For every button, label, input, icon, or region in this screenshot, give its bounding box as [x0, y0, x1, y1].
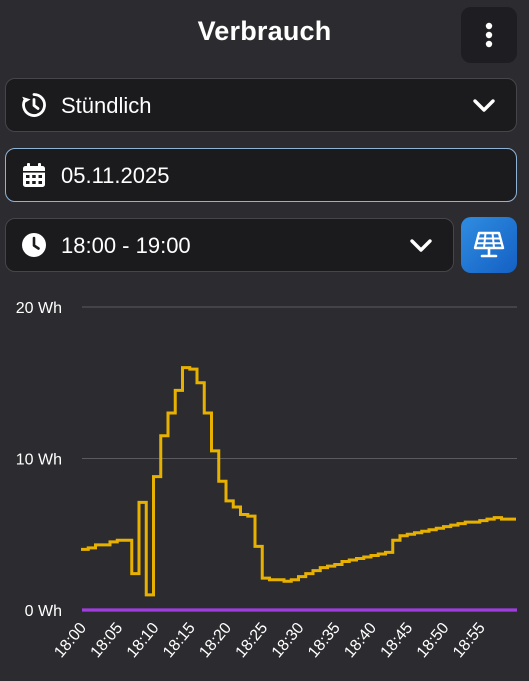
- interval-select[interactable]: Stündlich: [5, 78, 517, 132]
- x-tick-label: 18:15: [160, 620, 199, 662]
- x-tick-label: 18:35: [305, 620, 344, 662]
- more-vertical-icon: [485, 22, 493, 48]
- solar-panel-icon: [473, 231, 505, 258]
- chevron-down-icon: [410, 239, 432, 252]
- y-tick-label: 0 Wh: [25, 603, 62, 620]
- x-tick-label: 18:10: [124, 620, 163, 662]
- x-tick-label: 18:30: [269, 620, 308, 662]
- date-field-value: 05.11.2025: [61, 163, 170, 188]
- y-tick-label: 20 Wh: [16, 300, 62, 317]
- page-title: Verbrauch: [197, 16, 332, 46]
- time-select[interactable]: 18:00 - 19:00: [5, 218, 454, 272]
- x-tick-label: 18:40: [341, 620, 380, 662]
- x-tick-label: 18:25: [233, 620, 272, 662]
- interval-select-value: Stündlich: [61, 93, 152, 118]
- more-menu-button[interactable]: [461, 7, 517, 63]
- x-tick-label: 18:55: [450, 620, 489, 662]
- time-select-value: 18:00 - 19:00: [61, 233, 191, 258]
- chart-grid: [82, 306, 517, 459]
- x-tick-label: 18:45: [378, 620, 417, 662]
- x-tick-label: 18:50: [414, 620, 453, 662]
- clock-icon: [22, 233, 46, 257]
- consumption-chart: 0 Wh 10 Wh 20 Wh 18:0018:0518:1018:1518:20…: [16, 300, 517, 662]
- solar-toggle-button[interactable]: [461, 217, 517, 273]
- x-tick-label: 18:05: [88, 620, 127, 662]
- x-tick-label: 18:20: [196, 620, 235, 662]
- x-axis: 18:0018:0518:1018:1518:2018:2518:3018:35…: [51, 620, 489, 662]
- x-tick-label: 18:00: [51, 620, 90, 662]
- calendar-icon: [23, 163, 45, 187]
- history-icon: [22, 93, 46, 117]
- y-axis: 0 Wh 10 Wh 20 Wh: [16, 300, 62, 620]
- consumption-line: [81, 366, 516, 597]
- date-field[interactable]: 05.11.2025: [5, 148, 517, 202]
- chevron-down-icon: [473, 99, 495, 112]
- y-tick-label: 10 Wh: [16, 452, 62, 469]
- chart-series: [81, 366, 517, 612]
